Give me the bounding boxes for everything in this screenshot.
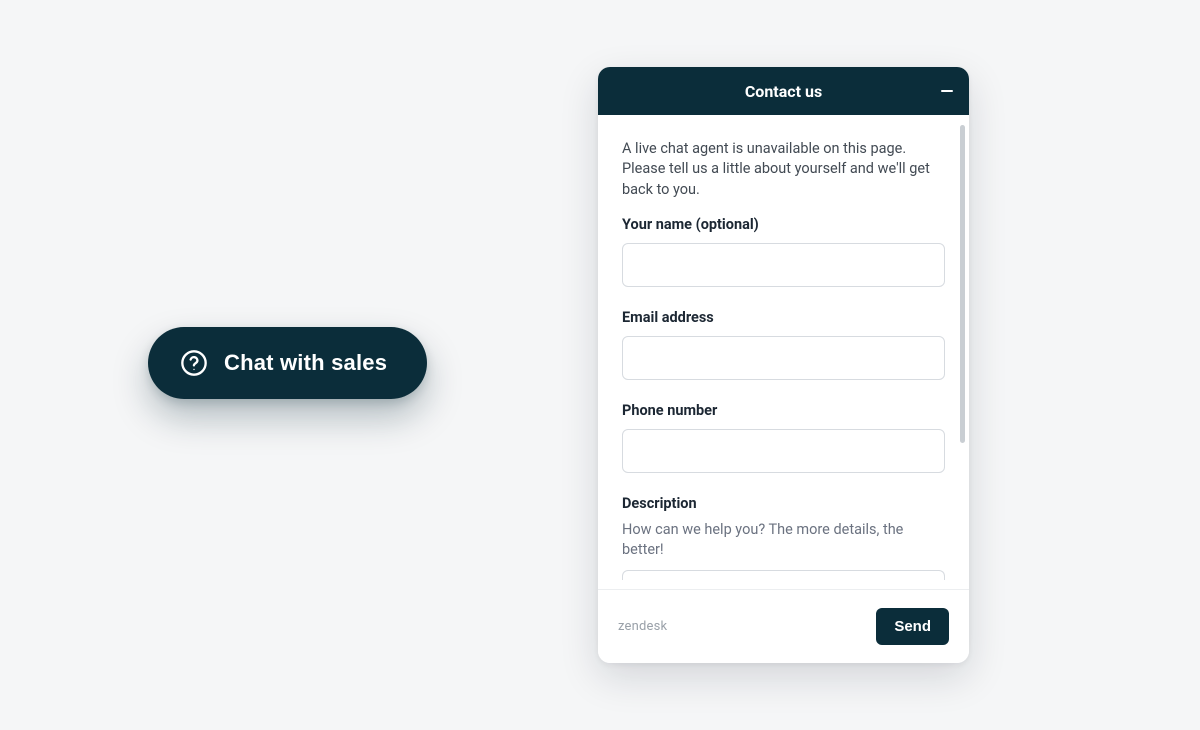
chat-with-sales-button[interactable]: Chat with sales — [148, 327, 427, 399]
help-circle-icon — [180, 349, 208, 377]
contact-widget-body[interactable]: A live chat agent is unavailable on this… — [598, 115, 969, 589]
description-helper: How can we help you? The more details, t… — [622, 520, 945, 561]
phone-field-group: Phone number — [622, 402, 945, 473]
email-label: Email address — [622, 309, 945, 326]
contact-intro-text: A live chat agent is unavailable on this… — [622, 139, 945, 200]
contact-widget-header: Contact us — [598, 67, 969, 115]
phone-label: Phone number — [622, 402, 945, 419]
chat-with-sales-label: Chat with sales — [224, 350, 387, 376]
name-field-group: Your name (optional) — [622, 216, 945, 287]
name-label: Your name (optional) — [622, 216, 945, 233]
name-input[interactable] — [622, 243, 945, 287]
contact-widget-footer: zendesk Send — [598, 589, 969, 663]
phone-input[interactable] — [622, 429, 945, 473]
contact-widget-body-wrap: A live chat agent is unavailable on this… — [598, 115, 969, 589]
description-label: Description — [622, 495, 945, 512]
contact-widget: Contact us A live chat agent is unavaila… — [598, 67, 969, 663]
email-field-group: Email address — [622, 309, 945, 380]
zendesk-brand: zendesk — [618, 619, 667, 634]
description-field-group: Description How can we help you? The mor… — [622, 495, 945, 581]
contact-widget-title: Contact us — [745, 82, 822, 101]
email-input[interactable] — [622, 336, 945, 380]
send-button[interactable]: Send — [876, 608, 949, 645]
minimize-icon[interactable] — [939, 83, 955, 99]
scrollbar-thumb[interactable] — [960, 125, 965, 443]
description-input[interactable] — [622, 570, 945, 580]
